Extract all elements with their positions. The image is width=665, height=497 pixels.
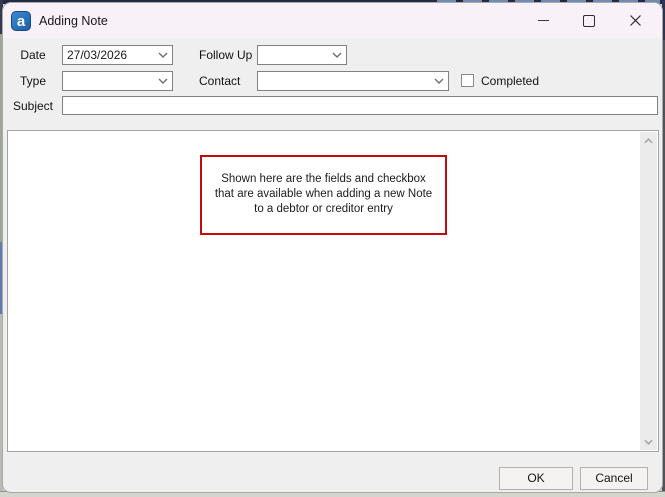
- chevron-down-icon: [154, 52, 172, 58]
- date-label: Date: [20, 48, 46, 62]
- window-title: Adding Note: [39, 13, 108, 28]
- subject-input[interactable]: [62, 96, 658, 115]
- annotation-line: Shown here are the fields and checkbox: [221, 173, 426, 185]
- follow-up-label: Follow Up: [199, 48, 253, 62]
- chevron-down-icon: [154, 78, 172, 84]
- maximize-icon: [583, 14, 595, 27]
- close-icon: [629, 15, 641, 26]
- date-combobox[interactable]: 27/03/2026: [62, 45, 173, 65]
- contact-label: Contact: [199, 74, 241, 88]
- contact-combobox[interactable]: [257, 71, 449, 91]
- scroll-up-button[interactable]: [640, 132, 657, 149]
- subject-label: Subject: [12, 99, 54, 113]
- chevron-down-icon: [430, 78, 448, 84]
- completed-checkbox[interactable]: [461, 74, 474, 87]
- annotation-callout: Shown here are the fields and checkbox t…: [200, 155, 447, 235]
- title-bar: a Adding Note: [3, 3, 662, 38]
- minimize-icon: [537, 20, 549, 21]
- close-button[interactable]: [612, 3, 658, 38]
- cancel-button[interactable]: Cancel: [580, 467, 648, 490]
- app-logo-icon: a: [11, 10, 31, 31]
- scroll-down-button[interactable]: [640, 433, 657, 450]
- minimize-button[interactable]: [520, 3, 566, 38]
- annotation-line: to a debtor or creditor entry: [254, 203, 393, 215]
- ok-button[interactable]: OK: [499, 467, 573, 490]
- vertical-scrollbar[interactable]: [640, 132, 657, 450]
- maximize-button[interactable]: [566, 3, 612, 38]
- note-text-area[interactable]: Shown here are the fields and checkbox t…: [7, 130, 659, 452]
- chevron-down-icon: [644, 439, 653, 445]
- adding-note-dialog: a Adding Note Date 27/03/2026 Follow Up …: [3, 3, 662, 492]
- chevron-down-icon: [328, 52, 346, 58]
- annotation-line: that are available when adding a new Not…: [214, 188, 433, 200]
- type-combobox[interactable]: [62, 71, 173, 91]
- completed-label: Completed: [481, 74, 540, 88]
- type-label: Type: [19, 74, 46, 88]
- svg-text:a: a: [17, 13, 26, 30]
- chevron-up-icon: [644, 137, 653, 143]
- follow-up-combobox[interactable]: [257, 45, 347, 65]
- date-value: 27/03/2026: [67, 48, 128, 62]
